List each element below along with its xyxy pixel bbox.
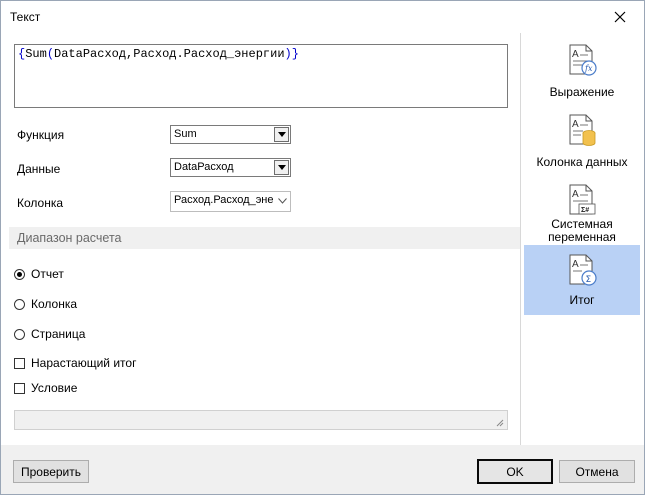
close-button[interactable]	[600, 3, 640, 31]
expression-fx-icon: A fx	[569, 44, 597, 76]
condition-box[interactable]	[14, 382, 25, 394]
system-variable-icon: A Σ#	[569, 184, 596, 215]
data-label: Данные	[17, 162, 61, 176]
sidebar-item-system-variable-label: Системная переменная	[548, 217, 616, 244]
total-sigma-icon: A Σ	[569, 254, 597, 286]
sidebar-divider	[520, 33, 521, 445]
chevron-down-icon	[277, 132, 286, 137]
cancel-button[interactable]: Отмена	[559, 460, 635, 483]
sidebar-item-expression[interactable]: A fx Выражение	[524, 41, 640, 103]
svg-text:fx: fx	[584, 64, 593, 73]
sidebar-item-data-column[interactable]: A Колонка данных	[524, 111, 640, 173]
chevron-down-icon	[277, 165, 286, 170]
close-icon	[614, 11, 626, 23]
radio-page-label: Страница	[31, 327, 86, 341]
svg-text:A: A	[572, 49, 579, 60]
svg-text:A: A	[572, 119, 579, 130]
expression-bracket: )	[284, 47, 292, 61]
window-title: Текст	[10, 10, 41, 24]
function-dropdown-button[interactable]	[274, 127, 289, 142]
check-button[interactable]: Проверить	[13, 460, 89, 483]
expression-bracket: {	[18, 47, 26, 61]
function-value: Sum	[174, 128, 197, 140]
expression-text: {Sum(DataРасход,Расход.Расход_энергии)}	[18, 47, 299, 61]
svg-text:Σ#: Σ#	[581, 207, 589, 214]
svg-text:A: A	[572, 189, 579, 200]
radio-column-label: Колонка	[31, 297, 78, 311]
data-dropdown-button[interactable]	[274, 160, 289, 175]
chevron-down-icon[interactable]	[278, 198, 287, 204]
text-dialog: Текст {Sum(DataРасход,Расход.Расход_энер…	[0, 0, 645, 495]
function-label: Функция	[17, 128, 65, 142]
radio-page-indicator[interactable]	[14, 328, 25, 340]
sidebar-item-total[interactable]: A Σ Итог	[524, 245, 640, 315]
column-label: Колонка	[17, 196, 64, 210]
running-total-checkbox[interactable]: Нарастающий итог	[14, 356, 136, 370]
running-total-box[interactable]	[14, 357, 25, 369]
data-column-icon: A	[569, 114, 596, 146]
condition-input[interactable]	[14, 410, 508, 430]
column-value: Расход.Расход_энергии	[174, 194, 274, 206]
sidebar-item-data-column-label: Колонка данных	[536, 155, 628, 169]
radio-report-label: Отчет	[31, 267, 64, 281]
resize-grip-icon[interactable]	[496, 419, 504, 427]
column-select[interactable]: Расход.Расход_энергии	[170, 191, 291, 212]
button-bar: Проверить OK Отмена	[1, 445, 644, 494]
svg-text:Σ: Σ	[586, 275, 592, 285]
sidebar-item-total-label: Итог	[569, 293, 595, 307]
expression-bracket: }	[291, 47, 299, 61]
svg-text:A: A	[572, 259, 579, 270]
range-section-header: Диапазон расчета	[9, 227, 520, 249]
data-select[interactable]: DataРасход	[170, 158, 291, 177]
radio-report-indicator[interactable]	[14, 268, 25, 280]
radio-page[interactable]: Страница	[14, 327, 85, 341]
radio-report[interactable]: Отчет	[14, 267, 64, 281]
ok-button[interactable]: OK	[477, 459, 553, 484]
condition-checkbox[interactable]: Условие	[14, 381, 77, 395]
sidebar-item-expression-label: Выражение	[549, 85, 615, 99]
function-select[interactable]: Sum	[170, 125, 291, 144]
running-total-label: Нарастающий итог	[31, 356, 137, 370]
title-bar: Текст	[1, 1, 644, 33]
data-value: DataРасход	[174, 161, 234, 173]
radio-column-indicator[interactable]	[14, 298, 25, 310]
expression-editor[interactable]: {Sum(DataРасход,Расход.Расход_энергии)}	[14, 44, 508, 108]
expression-bracket: (	[46, 47, 55, 61]
condition-label: Условие	[31, 381, 78, 395]
radio-column[interactable]: Колонка	[14, 297, 77, 311]
sidebar-item-system-variable[interactable]: A Σ# Системная переменная	[524, 181, 640, 245]
